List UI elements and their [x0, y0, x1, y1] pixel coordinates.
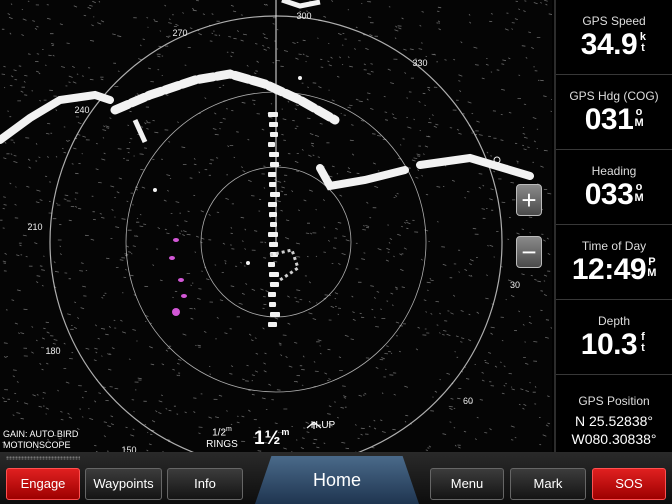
bearing-label-150: 150 — [121, 445, 137, 452]
small-target — [298, 76, 302, 80]
wake-echo — [268, 262, 275, 267]
bearing-label-270: 270 — [172, 28, 188, 38]
wake-echo — [268, 232, 278, 237]
gps-heading-label: GPS Hdg (COG) — [569, 89, 659, 103]
motionscope-text: MOTIONSCOPE — [3, 440, 71, 450]
sos-button[interactable]: SOS — [592, 468, 666, 500]
bearing-label-300: 300 — [296, 11, 312, 21]
wake-echo — [268, 172, 276, 177]
zoom-out-button[interactable]: − — [516, 236, 542, 268]
bearing-label-240: 240 — [74, 105, 90, 115]
depth-unit-bottom: t — [641, 342, 645, 354]
latitude-value: N 25.52838° — [575, 413, 653, 429]
bearing-label-180: 180 — [45, 346, 61, 356]
echo-top — [281, 0, 321, 9]
shoreline-echo-west — [0, 90, 114, 144]
gps-speed-unit-bottom: t — [641, 42, 645, 54]
bearing-label-330: 330 — [412, 58, 428, 68]
home-label[interactable]: Home — [255, 470, 419, 491]
engage-button[interactable]: Engage — [6, 468, 80, 500]
gps-speed-value: 34.9 — [580, 28, 638, 61]
wake-echo — [268, 112, 278, 117]
wake-echo — [268, 322, 277, 327]
range-value: 1½ — [254, 428, 281, 449]
data-sidebar: GPS Speed 34.9 k t GPS Hdg (COG) 031 o M Hea… — [554, 0, 672, 452]
heading-up-icon — [306, 421, 322, 429]
wake-echo — [270, 282, 279, 287]
wake-echo — [270, 222, 277, 227]
heading-label: Heading — [591, 164, 637, 178]
depth-value: 10.3 — [580, 328, 638, 361]
rings-value: 1/2 — [212, 427, 227, 439]
range-unit: m — [281, 427, 290, 437]
heading-field[interactable]: Heading 033 o M — [556, 150, 672, 225]
longitude-value: W080.30838° — [571, 431, 657, 447]
depth-field[interactable]: Depth 10.3 f t — [556, 300, 672, 375]
bearing-label-60: 60 — [462, 396, 474, 406]
radar-scope[interactable] — [0, 0, 552, 452]
motionscope-return — [178, 278, 184, 282]
radar-display[interactable]: 300 270 330 240 210 180 150 60 30 + − GA… — [0, 0, 552, 452]
wake-echo — [269, 182, 276, 187]
wake-echo — [268, 202, 277, 207]
wake-echo — [269, 152, 279, 157]
small-target — [246, 261, 250, 265]
zoom-in-button[interactable]: + — [516, 184, 542, 216]
time-of-day-unit-bottom: M — [647, 267, 656, 279]
motionscope-return — [173, 238, 179, 242]
time-of-day-value: 12:49 — [571, 253, 647, 286]
motionscope-return — [181, 294, 187, 298]
time-of-day-label: Time of Day — [581, 239, 647, 253]
shoreline-echo-north — [110, 69, 340, 125]
wake-echo — [270, 312, 280, 317]
info-button[interactable]: Info — [167, 468, 243, 500]
menu-button[interactable]: Menu — [430, 468, 504, 500]
wake-echo — [269, 122, 278, 127]
mark-button[interactable]: Mark — [510, 468, 586, 500]
wake-echo — [270, 162, 279, 167]
orientation-indicator[interactable]: H-UP — [306, 420, 340, 432]
rings-label: RINGS — [206, 439, 238, 451]
gps-heading-field[interactable]: GPS Hdg (COG) 031 o M — [556, 75, 672, 150]
gain-status: GAIN: AUTO BIRD MOTIONSCOPE — [3, 429, 78, 451]
wake-echo — [268, 292, 276, 297]
gps-heading-value: 031 — [584, 103, 634, 136]
waypoints-button[interactable]: Waypoints — [85, 468, 162, 500]
heading-unit-bottom: M — [634, 192, 644, 204]
heading-value: 033 — [584, 178, 634, 211]
wake-echo — [269, 242, 278, 247]
rings-unit: m — [226, 426, 232, 433]
time-of-day-field[interactable]: Time of Day 12:49 P M — [556, 225, 672, 300]
wake-echo — [270, 192, 280, 197]
wake-echo — [269, 302, 276, 307]
wake-echo — [269, 272, 279, 277]
motionscope-return — [169, 256, 175, 260]
wake-echo — [270, 132, 278, 137]
small-target — [153, 188, 157, 192]
depth-label: Depth — [597, 314, 631, 328]
gps-speed-label: GPS Speed — [582, 14, 646, 28]
bearing-label-210: 210 — [27, 222, 43, 232]
grip-handle — [6, 456, 80, 460]
rings-indicator: 1/2m RINGS — [202, 424, 242, 451]
gain-mode-text: GAIN: AUTO BIRD — [3, 429, 79, 439]
gps-position-label: GPS Position — [578, 394, 650, 408]
bearing-label-30: 30 — [509, 280, 521, 290]
echo-spur — [132, 118, 148, 144]
shoreline-echo-east — [316, 164, 409, 191]
range-indicator[interactable]: 1½m — [254, 427, 290, 450]
wake-echo — [268, 142, 275, 147]
gps-position-field[interactable]: GPS Position N 25.52838° W080.30838° — [556, 375, 672, 452]
gps-heading-unit-bottom: M — [634, 117, 644, 129]
shoreline-echo-far-east — [416, 153, 534, 180]
gps-speed-field[interactable]: GPS Speed 34.9 k t — [556, 0, 672, 75]
wake-echo — [269, 212, 277, 217]
motionscope-return — [172, 308, 180, 316]
